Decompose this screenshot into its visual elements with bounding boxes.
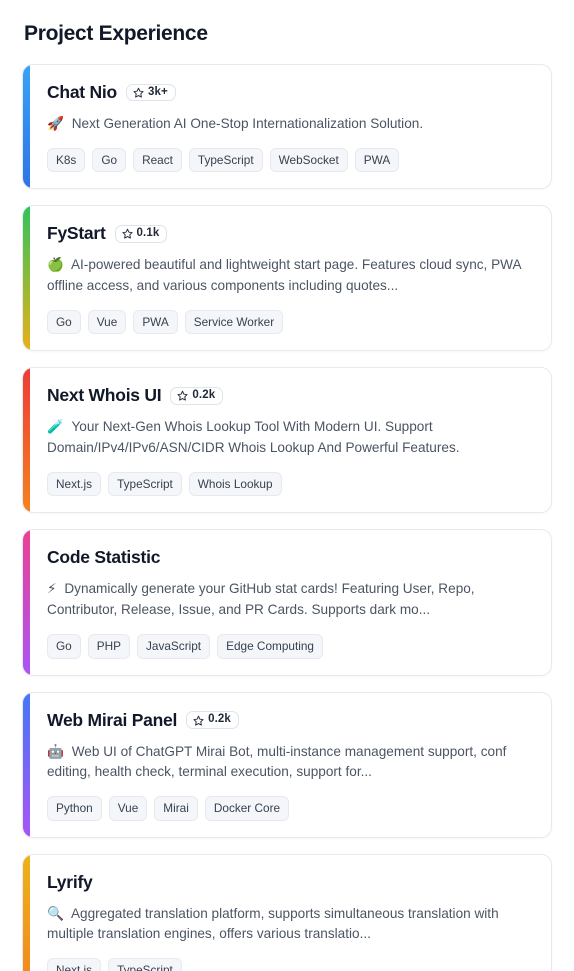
green-apple-emoji: 🍏 [47, 257, 64, 274]
tech-tag[interactable]: Mirai [154, 795, 198, 821]
project-description: 🧪 Your Next-Gen Whois Lookup Tool With M… [47, 417, 533, 458]
tech-tag[interactable]: Service Worker [184, 309, 284, 335]
card-header: Next Whois UI 0.2k [47, 385, 533, 406]
description-text: Your Next-Gen Whois Lookup Tool With Mod… [47, 419, 460, 456]
tech-tag[interactable]: Docker Core [204, 795, 290, 821]
tech-tag-row: Next.js TypeScript Whois Lookup [47, 471, 533, 497]
card-body: Chat Nio 3k+ 🚀 Next Generation AI One-St… [30, 65, 551, 188]
tech-tag-row: Go PHP JavaScript Edge Computing [47, 633, 533, 659]
card-body: Lyrify 🔍 Aggregated translation platform… [30, 855, 551, 971]
description-text: Web UI of ChatGPT Mirai Bot, multi-insta… [47, 743, 507, 780]
tech-tag[interactable]: Go [92, 147, 127, 173]
robot-emoji: 🤖 [47, 743, 64, 760]
tech-tag[interactable]: Whois Lookup [188, 471, 282, 497]
star-outline-icon [133, 87, 144, 98]
tech-tag-row: Python Vue Mirai Docker Core [47, 795, 533, 821]
project-title: Web Mirai Panel [47, 709, 178, 730]
star-outline-icon [193, 715, 204, 726]
project-title: FyStart [47, 223, 106, 244]
tech-tag[interactable]: Vue [108, 795, 148, 821]
description-text: Next Generation AI One-Stop Internationa… [67, 116, 424, 131]
star-count: 0.2k [192, 389, 216, 402]
project-card-web-mirai-panel[interactable]: Web Mirai Panel 0.2k 🤖 Web UI of ChatGPT… [22, 691, 552, 838]
tech-tag[interactable]: TypeScript [108, 471, 182, 497]
project-card-fystart[interactable]: FyStart 0.1k 🍏 AI-powered beautiful and … [22, 205, 552, 352]
project-card-chat-nio[interactable]: Chat Nio 3k+ 🚀 Next Generation AI One-St… [22, 64, 552, 190]
test-tube-emoji: 🧪 [47, 419, 64, 436]
project-description: 🚀 Next Generation AI One-Stop Internatio… [47, 114, 533, 135]
project-description: 🔍 Aggregated translation platform, suppo… [47, 904, 533, 945]
tech-tag[interactable]: WebSocket [269, 147, 348, 173]
project-card-lyrify[interactable]: Lyrify 🔍 Aggregated translation platform… [22, 853, 552, 971]
project-experience-page: Project Experience Chat Nio 3k+ 🚀 Next G… [0, 0, 574, 971]
card-header: Chat Nio 3k+ [47, 82, 533, 103]
card-body: FyStart 0.1k 🍏 AI-powered beautiful and … [30, 206, 551, 350]
card-header: Lyrify [47, 872, 533, 893]
star-count: 0.2k [208, 713, 231, 726]
tech-tag[interactable]: Python [47, 795, 102, 821]
project-title: Lyrify [47, 871, 93, 892]
tech-tag[interactable]: Edge Computing [217, 633, 323, 659]
card-accent-bar [23, 206, 30, 351]
rocket-emoji: 🚀 [47, 116, 64, 132]
tech-tag[interactable]: Go [47, 309, 81, 335]
tech-tag[interactable]: React [133, 147, 182, 173]
card-header: Code Statistic [47, 547, 533, 568]
tech-tag[interactable]: TypeScript [108, 957, 182, 971]
star-outline-icon [121, 228, 133, 239]
magnifying-glass-emoji: 🔍 [47, 905, 64, 922]
star-count: 3k+ [147, 85, 168, 98]
project-title: Code Statistic [47, 547, 161, 568]
project-card-next-whois-ui[interactable]: Next Whois UI 0.2k 🧪 Your Next-Gen Whois… [22, 367, 552, 514]
description-text: AI-powered beautiful and lightweight sta… [47, 257, 521, 294]
tech-tag[interactable]: Go [47, 633, 81, 659]
tech-tag[interactable]: K8s [47, 147, 86, 173]
star-badge[interactable]: 0.1k [114, 225, 168, 243]
project-title: Chat Nio [47, 82, 117, 102]
card-accent-bar [23, 530, 30, 675]
project-description: ⚡ Dynamically generate your GitHub stat … [47, 579, 533, 620]
card-accent-bar [23, 368, 30, 513]
tech-tag[interactable]: TypeScript [188, 147, 263, 173]
card-accent-bar [23, 65, 30, 189]
description-text: Aggregated translation platform, support… [47, 905, 499, 942]
description-text: Dynamically generate your GitHub stat ca… [47, 581, 475, 618]
star-outline-icon [177, 390, 188, 402]
card-body: Web Mirai Panel 0.2k 🤖 Web UI of ChatGPT… [30, 693, 551, 837]
star-badge[interactable]: 3k+ [125, 83, 176, 102]
tech-tag[interactable]: PWA [354, 147, 400, 173]
lightning-bolt-emoji: ⚡ [47, 581, 57, 598]
project-description: 🍏 AI-powered beautiful and lightweight s… [47, 255, 533, 296]
project-description: 🤖 Web UI of ChatGPT Mirai Bot, multi-ins… [47, 742, 533, 783]
tech-tag[interactable]: Next.js [47, 471, 102, 497]
tech-tag[interactable]: PWA [133, 309, 178, 335]
card-body: Code Statistic ⚡ Dynamically generate yo… [30, 530, 551, 674]
tech-tag-row: K8s Go React TypeScript WebSocket PWA [47, 147, 533, 173]
tech-tag[interactable]: JavaScript [137, 633, 211, 659]
project-card-list: Chat Nio 3k+ 🚀 Next Generation AI One-St… [22, 64, 552, 971]
project-card-code-statistic[interactable]: Code Statistic ⚡ Dynamically generate yo… [22, 529, 552, 676]
tech-tag[interactable]: PHP [87, 633, 131, 659]
card-header: Web Mirai Panel 0.2k [47, 710, 533, 731]
page-title: Project Experience [24, 22, 208, 45]
tech-tag-row: Next.js TypeScript [47, 957, 533, 971]
star-badge[interactable]: 0.2k [186, 711, 239, 729]
card-header: FyStart 0.1k [47, 223, 533, 244]
star-count: 0.1k [136, 227, 160, 240]
card-accent-bar [23, 692, 30, 837]
tech-tag[interactable]: Next.js [47, 957, 102, 971]
card-body: Next Whois UI 0.2k 🧪 Your Next-Gen Whois… [30, 368, 551, 512]
star-badge[interactable]: 0.2k [170, 387, 224, 405]
project-title: Next Whois UI [47, 385, 162, 406]
tech-tag-row: Go Vue PWA Service Worker [47, 309, 533, 335]
card-accent-bar [23, 854, 30, 971]
tech-tag[interactable]: Vue [87, 309, 127, 335]
